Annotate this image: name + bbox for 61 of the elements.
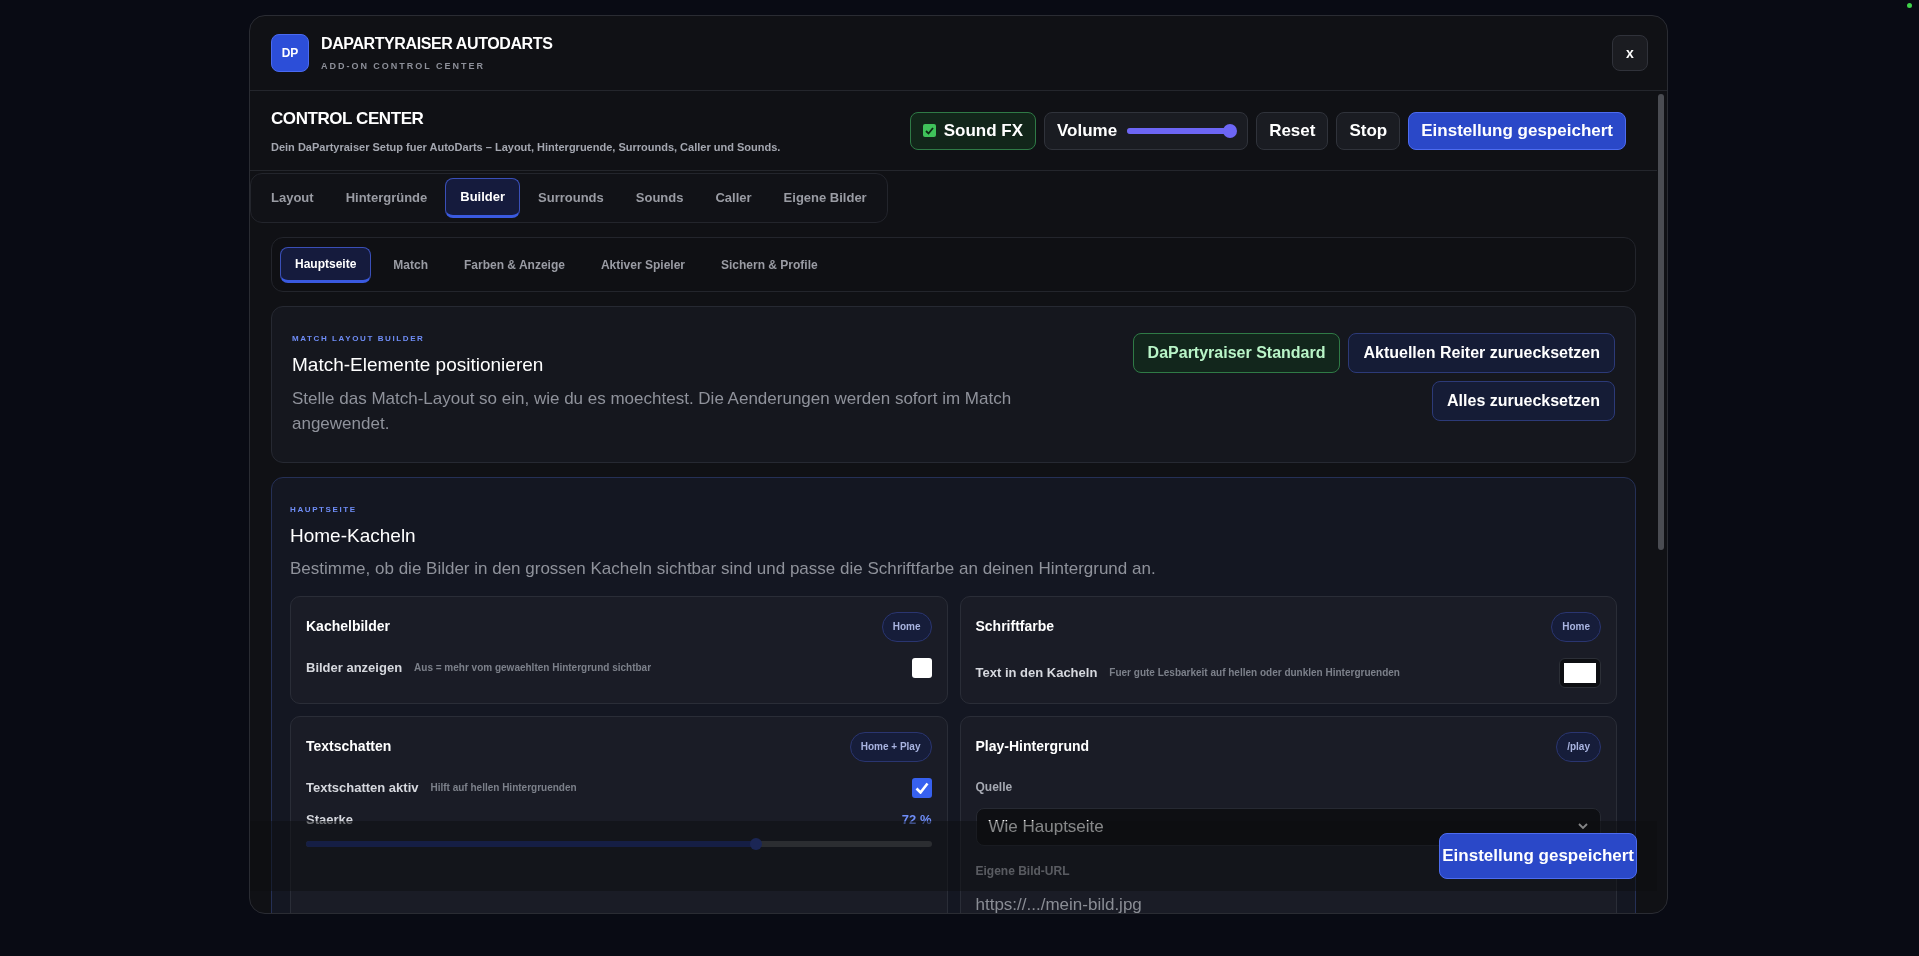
section-description: Dein DaPartyraiser Setup fuer AutoDarts – Layout, Hintergruende, Surrounds, Caller und Sounds.: [271, 140, 781, 155]
subtab[interactable]: Farben & Anzeige: [450, 246, 579, 283]
setting-title: Textschatten: [306, 737, 392, 756]
tab[interactable]: Surrounds: [524, 178, 618, 218]
app-logo: DP: [271, 34, 309, 72]
action-button[interactable]: Stop: [1336, 111, 1401, 150]
scope-badge: Home + Play: [849, 731, 932, 762]
checkmark-icon: [914, 781, 929, 794]
slider-track[interactable]: [306, 841, 932, 847]
app-subtitle: ADD-ON CONTROL CENTER: [321, 60, 486, 74]
tab[interactable]: Eigene Bilder: [769, 178, 881, 218]
section-title: CONTROL CENTER: [271, 107, 425, 130]
card-eyebrow: MATCH LAYOUT BUILDER: [292, 333, 426, 345]
setting-label: Bilder anzeigen: [306, 658, 403, 677]
card-title: Match-Elemente positionieren: [292, 353, 545, 377]
slider-thumb[interactable]: [750, 838, 763, 850]
volume-label: Volume: [1057, 119, 1118, 142]
tab[interactable]: Sounds: [621, 178, 698, 218]
field-label: Quelle: [975, 778, 1014, 796]
tab[interactable]: Caller: [701, 178, 766, 218]
setting-title: Kachelbilder: [306, 617, 391, 636]
action-button[interactable]: Alles zuruecksetzen: [1432, 381, 1615, 421]
action-button[interactable]: DaPartyraiser Standard: [1132, 333, 1341, 373]
scrollbar[interactable]: [1658, 94, 1664, 550]
source-select[interactable]: Wie Hauptseite: [975, 807, 1601, 846]
setting-title: Schriftfarbe: [975, 617, 1055, 636]
url-input[interactable]: https://.../mein-bild.jpg: [975, 887, 1601, 913]
card-description: Stelle das Match-Layout so ein, wie du es moechtest. Die Aenderungen werden sofort im Match angewendet.: [292, 387, 1012, 435]
checkbox[interactable]: [911, 777, 932, 798]
setting-hint: Hilft auf hellen Hintergruenden: [430, 781, 577, 795]
subtab[interactable]: Sichern & Profile: [707, 246, 832, 283]
section-heading: Home-Kacheln: [290, 523, 417, 548]
chevron-down-icon: [1578, 823, 1588, 830]
close-button[interactable]: x: [1612, 35, 1648, 71]
subtab[interactable]: Aktiver Spieler: [586, 246, 699, 283]
slider-reading: 72 %: [901, 810, 932, 829]
tab[interactable]: Hintergründe: [331, 178, 442, 218]
app-title: DAPARTYRAISER AUTODARTS: [321, 34, 553, 55]
setting-label: Text in den Kacheln: [975, 663, 1098, 682]
setting-label: Textschatten aktiv: [306, 778, 419, 797]
volume-thumb[interactable]: [1222, 123, 1237, 138]
save-button[interactable]: Einstellung gespeichert: [1439, 833, 1637, 879]
setting-label: Staerke: [306, 810, 353, 829]
sound-fx-toggle[interactable]: Sound FX: [909, 111, 1036, 150]
field-label: Eigene Bild-URL: [975, 862, 1071, 880]
tab[interactable]: Builder: [445, 178, 521, 218]
scope-badge: Home: [1551, 611, 1601, 642]
section-description: Bestimme, ob die Bilder in den grossen Kacheln sichtbar sind und passe die Schriftfarbe an deinen Hintergrund an.: [290, 558, 1157, 580]
tab[interactable]: Layout: [257, 178, 328, 218]
save-status-button[interactable]: Einstellung gespeichert: [1408, 111, 1626, 150]
action-button[interactable]: Reset: [1256, 111, 1329, 150]
setting-hint: Fuer gute Lesbarkeit auf hellen oder dunklen Hintergruenden: [1109, 666, 1400, 680]
subtab[interactable]: Match: [379, 246, 443, 283]
checkbox[interactable]: [911, 657, 932, 678]
section-eyebrow: HAUPTSEITE: [290, 503, 358, 516]
action-button[interactable]: Aktuellen Reiter zuruecksetzen: [1348, 333, 1615, 373]
setting-hint: Aus = mehr vom gewaehlten Hintergrund sichtbar: [414, 661, 652, 675]
setting-title: Play-Hintergrund: [975, 737, 1090, 756]
scope-badge: Home: [881, 611, 932, 642]
subtab[interactable]: Hauptseite: [280, 246, 372, 283]
scope-badge: /play: [1556, 731, 1601, 762]
